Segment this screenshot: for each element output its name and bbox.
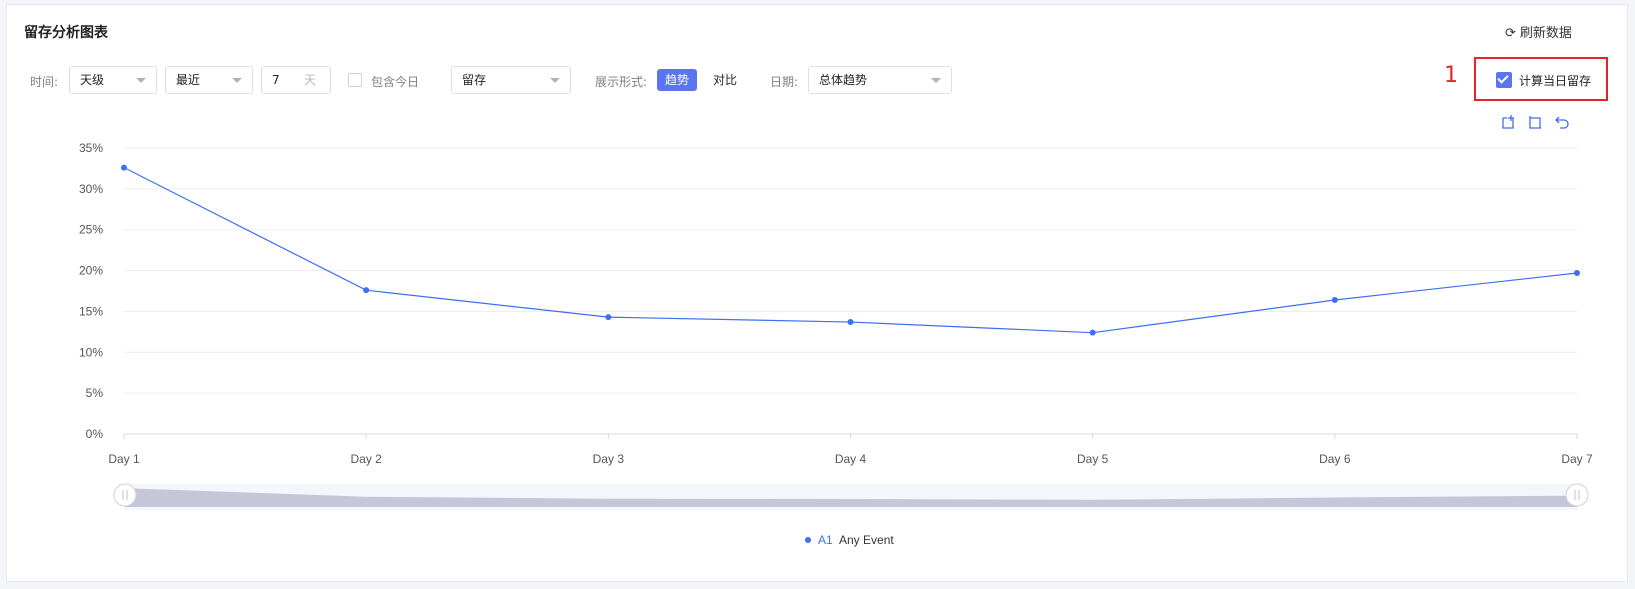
data-point[interactable]	[847, 319, 854, 326]
legend[interactable]: A1 Any Event	[805, 533, 894, 547]
y-tick-label: 20%	[79, 264, 103, 278]
y-tick-label: 25%	[79, 223, 103, 237]
data-point[interactable]	[1574, 270, 1580, 277]
y-tick-label: 0%	[86, 427, 104, 441]
retention-line-chart: 0% 5% 10% 15% 20% 25% 30% 35% Day 1 Day 2 Day 3 Da…	[79, 141, 1593, 547]
x-tick-label: Day 3	[593, 452, 625, 466]
data-point[interactable]	[1331, 296, 1338, 303]
x-tick-label: Day 6	[1319, 452, 1351, 466]
data-point[interactable]	[363, 287, 370, 294]
data-point[interactable]	[605, 314, 612, 321]
x-tick-label: Day 1	[108, 452, 140, 466]
legend-marker	[805, 537, 811, 543]
x-tick-label: Day 2	[350, 452, 382, 466]
y-tick-label: 35%	[79, 141, 103, 155]
data-point[interactable]	[121, 164, 127, 171]
y-tick-label: 15%	[79, 304, 103, 318]
series-line-a1	[123, 167, 1578, 334]
slider-handle-right[interactable]	[1565, 483, 1589, 507]
slider-handle-left[interactable]	[113, 483, 137, 507]
y-tick-label: 5%	[86, 386, 104, 400]
x-tick-label: Day 4	[835, 452, 867, 466]
legend-series-name: Any Event	[839, 533, 894, 547]
y-tick-label: 30%	[79, 182, 103, 196]
x-tick-label: Day 7	[1561, 452, 1593, 466]
data-point[interactable]	[1089, 329, 1096, 336]
legend-series-id: A1	[818, 533, 833, 547]
y-tick-label: 10%	[79, 345, 103, 359]
x-tick-label: Day 5	[1077, 452, 1109, 466]
data-zoom-slider[interactable]	[113, 483, 1589, 510]
